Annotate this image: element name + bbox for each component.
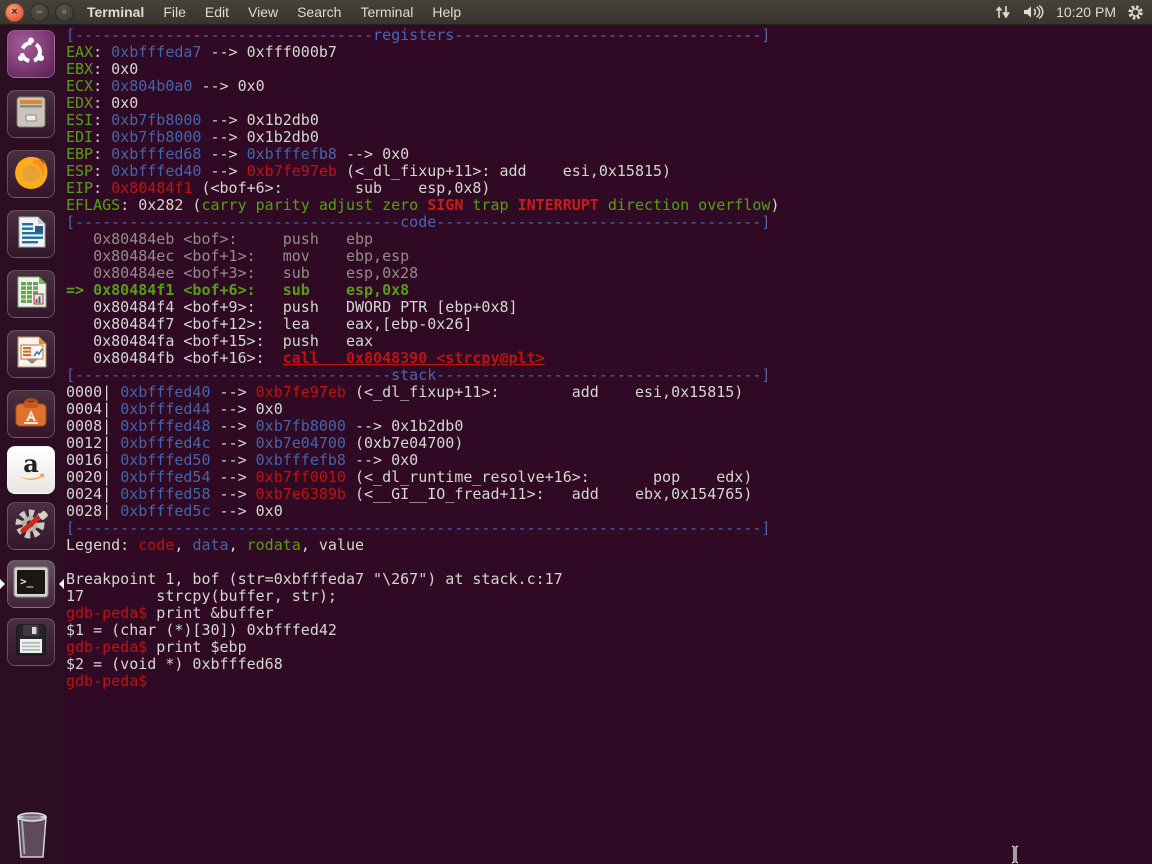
launcher-item-terminal[interactable]: >_ [7, 560, 55, 608]
ubuntu-logo-icon [14, 35, 48, 74]
terminal-line: 0x80484ec <bof+1>: mov ebp,esp [66, 247, 410, 265]
floppy-disk-icon [12, 621, 50, 664]
app-title: Terminal [87, 4, 145, 20]
terminal-line: EFLAGS: 0x282 (carry parity adjust zero … [66, 196, 780, 214]
launcher-item-firefox[interactable] [7, 150, 55, 198]
terminal-window[interactable]: [---------------------------------regist… [64, 24, 1152, 864]
libreoffice-impress-icon [12, 333, 50, 376]
ibeam-cursor [1010, 845, 1020, 864]
menu-file[interactable]: File [163, 4, 186, 20]
menu-search[interactable]: Search [297, 4, 341, 20]
network-arrows-icon[interactable] [994, 4, 1012, 20]
terminal-line: 0x80484fa <bof+15>: push eax [66, 332, 374, 350]
terminal-line: Breakpoint 1, bof (str=0xbfffeda7 "\267"… [66, 570, 563, 588]
terminal-line: 0000| 0xbfffed40 --> 0xb7fe97eb (<_dl_fi… [66, 383, 744, 401]
terminal-output: [---------------------------------regist… [66, 27, 1152, 690]
svg-text:a: a [23, 449, 39, 478]
terminal-line: gdb-peda$ print $ebp [66, 638, 247, 656]
terminal-line: => 0x80484f1 <bof+6>: sub esp,0x8 [66, 281, 410, 299]
volume-icon[interactable] [1023, 4, 1045, 20]
settings-gear-icon [11, 504, 51, 549]
terminal-line: EBX: 0x0 [66, 60, 139, 78]
launcher-item-files[interactable] [7, 90, 55, 138]
terminal-line: 0028| 0xbfffed5c --> 0x0 [66, 502, 283, 520]
focused-app-arrow-right [59, 579, 64, 589]
terminal-line: [---------------------------------------… [66, 519, 771, 537]
libreoffice-writer-icon [12, 213, 50, 256]
terminal-line: EDX: 0x0 [66, 94, 139, 112]
focused-app-arrow-left [0, 579, 5, 589]
minimize-button[interactable]: – [30, 2, 49, 22]
terminal-line: 0012| 0xbfffed4c --> 0xb7e04700 (0xb7e04… [66, 434, 464, 452]
trash-icon [10, 812, 54, 864]
terminal-line: Legend: code, data, rodata, value [66, 536, 365, 554]
menu-view[interactable]: View [248, 4, 278, 20]
libreoffice-calc-icon [12, 273, 50, 316]
top-panel: × – ▫ Terminal File Edit View Search Ter… [0, 0, 1152, 25]
terminal-line: 0020| 0xbfffed54 --> 0xb7ff0010 (<_dl_ru… [66, 468, 753, 486]
desktop: × – ▫ Terminal File Edit View Search Ter… [0, 0, 1152, 864]
menu-terminal[interactable]: Terminal [360, 4, 413, 20]
terminal-line: 0x80484fb <bof+16>: call 0x8048390 <strc… [66, 349, 545, 367]
terminal-line: 0x80484ee <bof+3>: sub esp,0x28 [66, 264, 419, 282]
launcher: a >_ [0, 24, 64, 864]
launcher-item-impress[interactable] [7, 330, 55, 378]
maximize-button[interactable]: ▫ [55, 2, 74, 22]
terminal-line: 0x80484f7 <bof+12>: lea eax,[ebp-0x26] [66, 315, 473, 333]
launcher-item-amazon[interactable]: a [7, 446, 55, 494]
terminal-line: 0004| 0xbfffed44 --> 0x0 [66, 400, 283, 418]
terminal-line: $2 = (void *) 0xbfffed68 [66, 655, 283, 673]
terminal-line: ESI: 0xb7fb8000 --> 0x1b2db0 [66, 111, 319, 129]
terminal-line: [---------------------------------regist… [66, 26, 771, 44]
close-button[interactable]: × [5, 2, 24, 22]
software-center-icon [12, 393, 50, 436]
terminal-line: ESP: 0xbfffed40 --> 0xb7fe97eb (<_dl_fix… [66, 162, 672, 180]
terminal-line: gdb-peda$ print &buffer [66, 604, 274, 622]
terminal-line: [-----------------------------------stac… [66, 366, 771, 384]
terminal-line: 0008| 0xbfffed48 --> 0xb7fb8000 --> 0x1b… [66, 417, 464, 435]
terminal-line: EIP: 0x80484f1 (<bof+6>: sub esp,0x8) [66, 179, 491, 197]
launcher-item-disk[interactable] [7, 618, 55, 666]
svg-text:>_: >_ [20, 575, 34, 588]
terminal-line: 0024| 0xbfffed58 --> 0xb7e6389b (<__GI__… [66, 485, 753, 503]
terminal-icon: >_ [11, 562, 51, 607]
terminal-line: 0x80484f4 <bof+9>: push DWORD PTR [ebp+0… [66, 298, 518, 316]
menu-help[interactable]: Help [432, 4, 461, 20]
terminal-line: gdb-peda$ [66, 672, 148, 690]
terminal-line: $1 = (char (*)[30]) 0xbfffed42 [66, 621, 337, 639]
window-controls: × – ▫ [5, 2, 74, 22]
session-gear-icon[interactable] [1127, 4, 1144, 21]
launcher-item-trash[interactable] [10, 805, 54, 864]
launcher-item-settings[interactable] [7, 502, 55, 550]
terminal-line: EAX: 0xbfffeda7 --> 0xfff000b7 [66, 43, 337, 61]
launcher-item-writer[interactable] [7, 210, 55, 258]
terminal-line: EBP: 0xbfffed68 --> 0xbfffefb8 --> 0x0 [66, 145, 410, 163]
file-cabinet-icon [12, 93, 50, 136]
menu-edit[interactable]: Edit [205, 4, 229, 20]
clock[interactable]: 10:20 PM [1056, 4, 1116, 20]
terminal-line: ECX: 0x804b0a0 --> 0x0 [66, 77, 265, 95]
terminal-line: 17 strcpy(buffer, str); [66, 587, 337, 605]
amazon-icon: a [11, 448, 51, 493]
launcher-item-calc[interactable] [7, 270, 55, 318]
terminal-line: 0x80484eb <bof>: push ebp [66, 230, 374, 248]
firefox-icon [11, 152, 51, 197]
launcher-item-dash[interactable] [7, 30, 55, 78]
launcher-item-software[interactable] [7, 390, 55, 438]
terminal-line: [------------------------------------cod… [66, 213, 771, 231]
terminal-line: EDI: 0xb7fb8000 --> 0x1b2db0 [66, 128, 319, 146]
terminal-line: 0016| 0xbfffed50 --> 0xbfffefb8 --> 0x0 [66, 451, 419, 469]
